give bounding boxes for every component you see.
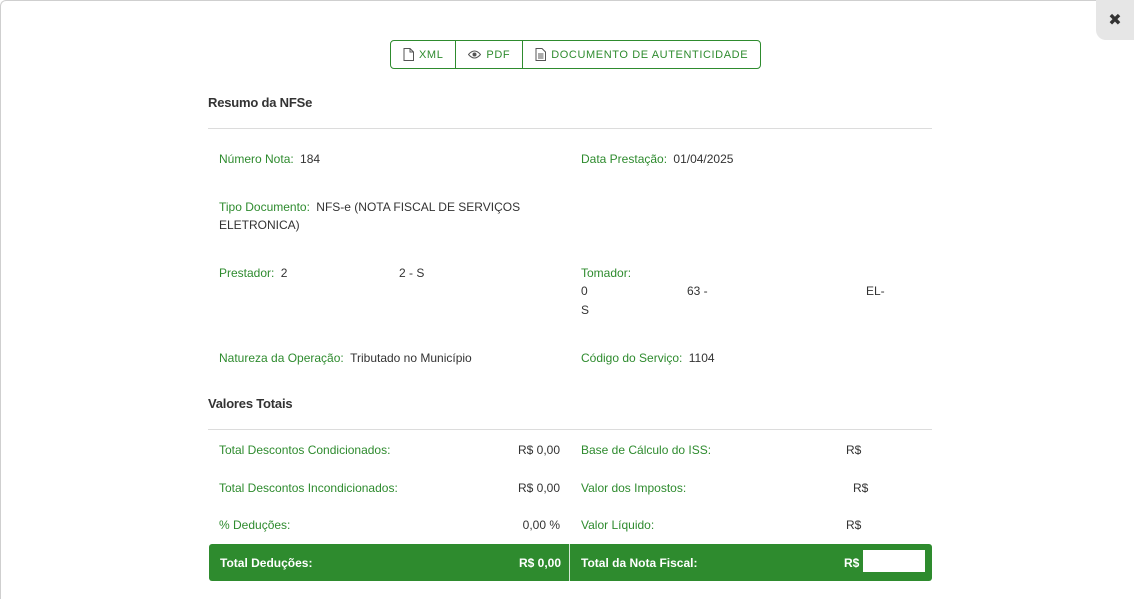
natureza-value: Tributado no Município (350, 351, 472, 365)
numero-nota-value: 184 (300, 152, 321, 166)
xml-button[interactable]: XML (391, 41, 457, 68)
file-icon (403, 48, 414, 61)
close-button[interactable]: ✖ (1096, 0, 1134, 40)
close-icon: ✖ (1108, 12, 1122, 29)
pdf-button-label: PDF (486, 48, 511, 61)
total-nota-fiscal-label: Total da Nota Fiscal: (581, 556, 698, 570)
numero-nota-label: Número Nota: (219, 152, 294, 166)
data-prestacao-value: 01/04/2025 (673, 152, 734, 166)
eye-icon (468, 50, 482, 59)
valor-liquido-label: Valor Líquido: (581, 518, 655, 532)
pdf-button[interactable]: PDF (456, 41, 524, 68)
prestador-label: Prestador: (219, 266, 275, 280)
numero-nota-field: Número Nota: 184 (219, 150, 320, 168)
valor-impostos-value: R$ (853, 481, 869, 495)
redaction-mask (863, 550, 925, 572)
totals-divider (569, 544, 570, 581)
prestador-value-b: 2 - S (399, 266, 425, 280)
authenticity-document-button[interactable]: DOCUMENTO DE AUTENTICIDADE (523, 41, 760, 68)
data-prestacao-label: Data Prestação: (581, 152, 668, 166)
codigo-servico-value: 1104 (688, 351, 715, 365)
tipo-documento-value: NFS-e (NOTA FISCAL DE SERVIÇOS (316, 200, 521, 214)
codigo-servico-label: Código do Serviço: (581, 351, 683, 365)
valores-row: Total Descontos Incondicionados: R$ 0,00… (219, 479, 932, 497)
tipo-documento-label: Tipo Documento: (219, 200, 310, 214)
total-deducoes-label: Total Deduções: (220, 556, 313, 570)
resumo-title: Resumo da NFSe (208, 95, 313, 110)
valores-title: Valores Totais (208, 396, 293, 411)
descontos-incondicionados-label: Total Descontos Incondicionados: (219, 481, 398, 495)
document-toolbar: XML PDF DOCUMENTO DE AUTENTICIDADE (390, 40, 762, 69)
prestador-field: Prestador: 2 (219, 264, 287, 282)
natureza-label: Natureza da Operação: (219, 351, 344, 365)
tomador-label: Tomador: (581, 266, 632, 280)
xml-button-label: XML (419, 48, 444, 61)
natureza-field: Natureza da Operação: Tributado no Munic… (219, 349, 472, 367)
document-text-icon (535, 48, 547, 61)
total-nota-fiscal-value: R$ (844, 556, 860, 570)
base-calculo-iss-value: R$ (846, 443, 862, 457)
valor-impostos-label: Valor dos Impostos: (581, 481, 687, 495)
valores-row: % Deduções: 0,00 % Valor Líquido: R$ (219, 516, 932, 534)
base-calculo-iss-label: Base de Cálculo do ISS: (581, 443, 712, 457)
tomador-value-c: EL- (866, 284, 885, 298)
tomador-value-d: S (581, 303, 590, 317)
valores-divider (208, 429, 932, 430)
tomador-value-b: 63 - (687, 284, 708, 298)
codigo-servico-field: Código do Serviço: 1104 (581, 349, 715, 367)
modal-frame (0, 0, 1134, 599)
percent-deducoes-label: % Deduções: (219, 518, 291, 532)
valor-liquido-value: R$ (846, 518, 862, 532)
descontos-condicionados-value: R$ 0,00 (517, 443, 560, 457)
data-prestacao-field: Data Prestação: 01/04/2025 (581, 150, 733, 168)
resumo-divider (208, 128, 932, 129)
authenticity-document-label: DOCUMENTO DE AUTENTICIDADE (551, 48, 749, 61)
descontos-condicionados-label: Total Descontos Condicionados: (219, 443, 391, 457)
total-deducoes-value: R$ 0,00 (518, 556, 561, 570)
valores-row: Total Descontos Condicionados: R$ 0,00 B… (219, 441, 932, 459)
tipo-documento-value-cont: ELETRONICA) (219, 218, 300, 232)
tipo-documento-field: Tipo Documento: NFS-e (NOTA FISCAL DE SE… (219, 198, 549, 234)
descontos-incondicionados-value: R$ 0,00 (517, 481, 560, 495)
prestador-value-a: 2 (280, 266, 288, 280)
totals-bar: Total Deduções: R$ 0,00 Total da Nota Fi… (209, 544, 932, 581)
tomador-value-a: 0 (581, 284, 588, 298)
percent-deducoes-value: 0,00 % (522, 518, 560, 532)
